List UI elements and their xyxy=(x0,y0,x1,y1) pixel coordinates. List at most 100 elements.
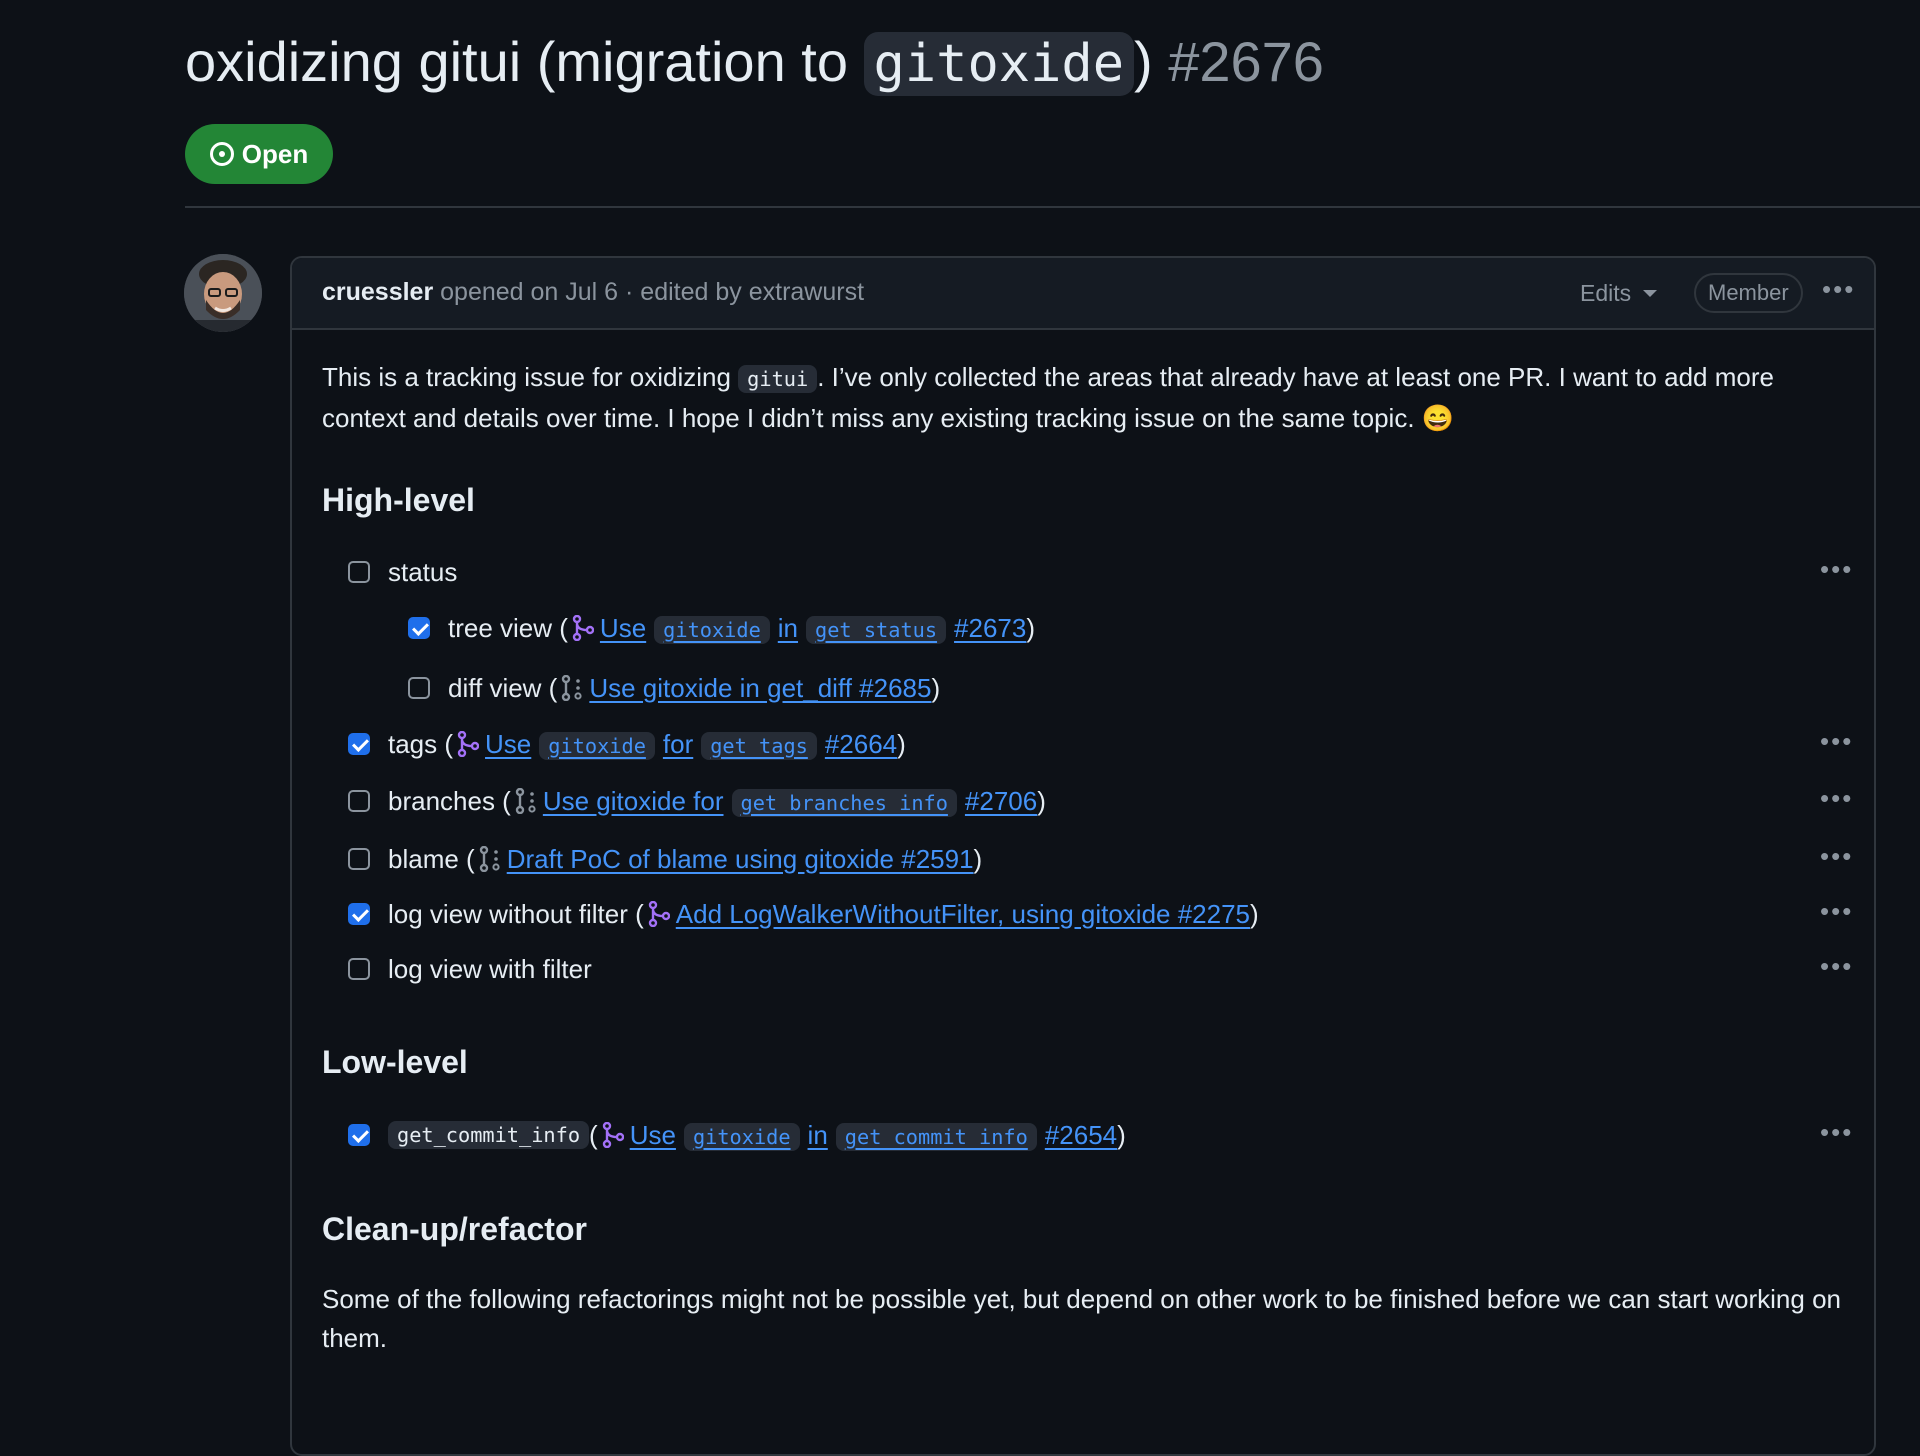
avatar[interactable] xyxy=(184,254,262,332)
draft-pr-icon xyxy=(515,788,536,814)
task-tags: tags ( Use gitoxide for get_tags #2664 ) xyxy=(348,724,906,764)
heading-low-level: Low-level xyxy=(322,1044,468,1080)
task-label: log view without filter ( xyxy=(388,898,644,929)
pr-number[interactable]: #2654 xyxy=(1045,1120,1117,1151)
pr-number[interactable]: #2664 xyxy=(825,729,897,760)
pr-link-text[interactable]: in xyxy=(778,613,798,644)
task-options-icon[interactable]: ••• xyxy=(1820,554,1853,585)
avatar-image xyxy=(184,254,262,332)
pr-link-code[interactable]: get_branches_info xyxy=(731,788,957,817)
task-checkbox[interactable] xyxy=(348,733,370,755)
task-label: branches ( xyxy=(388,785,511,816)
pr-link-text[interactable]: for xyxy=(663,729,693,760)
task-options-icon[interactable]: ••• xyxy=(1820,1117,1853,1148)
issue-title-code: gitoxide xyxy=(863,32,1134,96)
pr-link-code[interactable]: get_status xyxy=(806,615,947,644)
issue-state-badge: Open xyxy=(185,124,333,184)
pr-link-code[interactable]: gitoxide xyxy=(683,1122,800,1151)
task-options-icon[interactable]: ••• xyxy=(1820,783,1853,814)
pr-link[interactable]: Use gitoxide in get_diff #2685 xyxy=(589,673,931,704)
task-options-icon[interactable]: ••• xyxy=(1820,951,1853,982)
pr-link[interactable]: Add LogWalkerWithoutFilter, using gitoxi… xyxy=(676,899,1250,930)
task-checkbox[interactable] xyxy=(348,1124,370,1146)
merged-pr-icon xyxy=(648,901,670,927)
task-checkbox[interactable] xyxy=(408,677,430,699)
task-label-code: get_commit_info xyxy=(388,1121,590,1149)
intro-code: gitui xyxy=(738,365,818,393)
task-checkbox[interactable] xyxy=(348,790,370,812)
task-checkbox[interactable] xyxy=(348,561,370,583)
merged-pr-icon xyxy=(457,731,480,757)
issue-title-suffix: ) xyxy=(1134,30,1153,93)
edits-label: Edits xyxy=(1580,280,1632,306)
task-close-paren: ) xyxy=(1250,898,1259,929)
pr-number[interactable]: #2706 xyxy=(965,786,1037,817)
pr-link[interactable]: Use gitoxide for get_tags #2664 xyxy=(485,729,897,760)
task-label: log view with filter xyxy=(388,953,592,984)
pr-link-code[interactable]: gitoxide xyxy=(539,731,655,760)
task-close-paren: ) xyxy=(1026,612,1036,643)
task-checkbox[interactable] xyxy=(348,958,370,980)
comment-meta-text: opened on Jul 6 · edited by extrawurst xyxy=(440,278,865,306)
member-badge: Member xyxy=(1694,273,1803,313)
comment-header: cruessler opened on Jul 6 · edited by ex… xyxy=(292,258,1874,330)
comment-options-icon[interactable]: ••• xyxy=(1822,274,1855,305)
issue-title-text: oxidizing gitui (migration to xyxy=(185,30,864,93)
merged-pr-icon xyxy=(602,1122,624,1148)
author-link[interactable]: cruessler xyxy=(322,278,433,306)
pr-link[interactable]: Use gitoxide for get_branches_info #2706 xyxy=(543,786,1037,817)
pr-link-code[interactable]: get_commit_info xyxy=(835,1122,1037,1151)
header-divider xyxy=(185,206,1920,208)
merged-pr-icon xyxy=(572,615,594,641)
task-branches: branches ( Use gitoxide for get_branches… xyxy=(348,781,1046,821)
task-close-paren: ) xyxy=(1117,1119,1126,1150)
cleanup-paragraph: Some of the following refactorings might… xyxy=(322,1284,1841,1353)
task-diff-view: diff view ( Use gitoxide in get_diff #26… xyxy=(408,668,940,708)
issue-number: #2676 xyxy=(1168,30,1324,93)
intro-paragraph: This is a tracking issue for oxidizing g… xyxy=(322,358,1842,438)
grinning-emoji-icon: 😄 xyxy=(1421,403,1455,433)
heading-cleanup: Clean-up/refactor xyxy=(322,1211,587,1247)
task-close-paren: ) xyxy=(1037,785,1046,816)
task-label: tree view ( xyxy=(448,612,568,643)
pr-link-text[interactable]: in xyxy=(808,1120,828,1151)
task-label: status xyxy=(388,556,458,587)
task-checkbox[interactable] xyxy=(408,617,430,639)
task-checkbox[interactable] xyxy=(348,903,370,925)
pr-link-code[interactable]: get_tags xyxy=(701,731,817,760)
pr-link-text[interactable]: Use xyxy=(630,1120,676,1151)
task-label: tags ( xyxy=(388,728,454,759)
pr-link-text[interactable]: Use xyxy=(485,729,531,760)
task-close-paren: ) xyxy=(897,728,906,759)
task-log-view-without-filter: log view without filter ( Add LogWalkerW… xyxy=(348,894,1259,934)
task-checkbox[interactable] xyxy=(348,848,370,870)
pr-link[interactable]: Use gitoxide in get_status #2673 xyxy=(600,613,1026,644)
pr-link-text[interactable]: Use xyxy=(600,613,646,644)
task-close-paren: ) xyxy=(931,672,941,703)
task-label: diff view ( xyxy=(448,672,558,703)
task-open-paren: ( xyxy=(589,1119,598,1150)
issue-state-label: Open xyxy=(241,138,309,169)
task-log-view-with-filter: log view with filter xyxy=(348,949,592,989)
draft-pr-icon xyxy=(562,675,582,701)
task-options-icon[interactable]: ••• xyxy=(1820,896,1853,927)
task-blame: blame ( Draft PoC of blame using gitoxid… xyxy=(348,839,982,879)
comment-meta: cruessler opened on Jul 6 · edited by ex… xyxy=(322,278,864,307)
issue-comment: cruessler opened on Jul 6 · edited by ex… xyxy=(290,256,1876,1456)
pr-number[interactable]: #2673 xyxy=(954,613,1026,644)
task-tree-view: tree view ( Use gitoxide in get_status #… xyxy=(408,608,1035,648)
task-options-icon[interactable]: ••• xyxy=(1820,726,1853,757)
chevron-down-icon xyxy=(1643,290,1658,297)
task-options-icon[interactable]: ••• xyxy=(1820,841,1853,872)
draft-pr-icon xyxy=(479,846,500,872)
issue-opened-icon xyxy=(209,142,234,166)
heading-high-level: High-level xyxy=(322,482,475,518)
pr-link-text[interactable]: Use gitoxide for xyxy=(543,786,724,817)
pr-link[interactable]: Draft PoC of blame using gitoxide #2591 xyxy=(507,844,974,875)
pr-link-code[interactable]: gitoxide xyxy=(654,615,770,644)
task-label: blame ( xyxy=(388,843,475,874)
pr-link[interactable]: Use gitoxide in get_commit_info #2654 xyxy=(630,1120,1117,1151)
edits-dropdown[interactable]: Edits xyxy=(1580,280,1658,307)
task-get-commit-info: get_commit_info ( Use gitoxide in get_co… xyxy=(348,1115,1126,1155)
intro-text-1: This is a tracking issue for oxidizing xyxy=(322,362,739,392)
